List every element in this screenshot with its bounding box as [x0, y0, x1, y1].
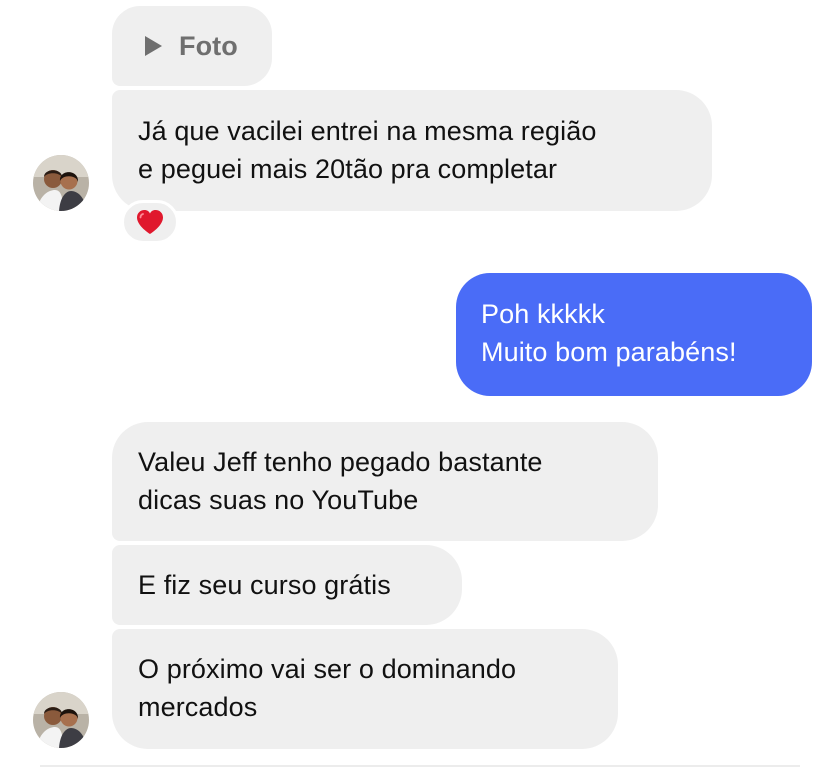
- message-bubble-incoming[interactable]: O próximo vai ser o dominando mercados: [112, 629, 618, 749]
- message-line: Poh kkkkk: [481, 299, 605, 329]
- contact-photo: [33, 692, 89, 748]
- message-line: mercados: [138, 692, 258, 722]
- message-bubble-outgoing[interactable]: Poh kkkkk Muito bom parabéns!: [456, 273, 812, 396]
- play-icon: [145, 36, 162, 56]
- chat-thread: Foto Já que vacilei entrei na mesma regi…: [0, 0, 828, 769]
- reaction-badge[interactable]: [121, 200, 179, 244]
- avatar[interactable]: [33, 692, 89, 748]
- message-bubble-incoming[interactable]: E fiz seu curso grátis: [112, 545, 462, 625]
- message-bubble-incoming[interactable]: Valeu Jeff tenho pegado bastante dicas s…: [112, 422, 658, 541]
- message-line: O próximo vai ser o dominando: [138, 654, 517, 684]
- message-line: Muito bom parabéns!: [481, 337, 737, 367]
- contact-photo: [33, 155, 89, 211]
- heart-icon: [137, 210, 163, 234]
- message-line: E fiz seu curso grátis: [138, 570, 391, 600]
- avatar[interactable]: [33, 155, 89, 211]
- message-line: Já que vacilei entrei na mesma região: [138, 116, 597, 146]
- photo-attachment-bubble[interactable]: Foto: [112, 6, 272, 86]
- message-line: dicas suas no YouTube: [138, 485, 419, 515]
- message-line: e peguei mais 20tão pra completar: [138, 154, 558, 184]
- message-line: Valeu Jeff tenho pegado bastante: [138, 447, 543, 477]
- attachment-label: Foto: [179, 31, 238, 61]
- divider: [40, 765, 800, 767]
- message-bubble-incoming[interactable]: Já que vacilei entrei na mesma região e …: [112, 90, 712, 211]
